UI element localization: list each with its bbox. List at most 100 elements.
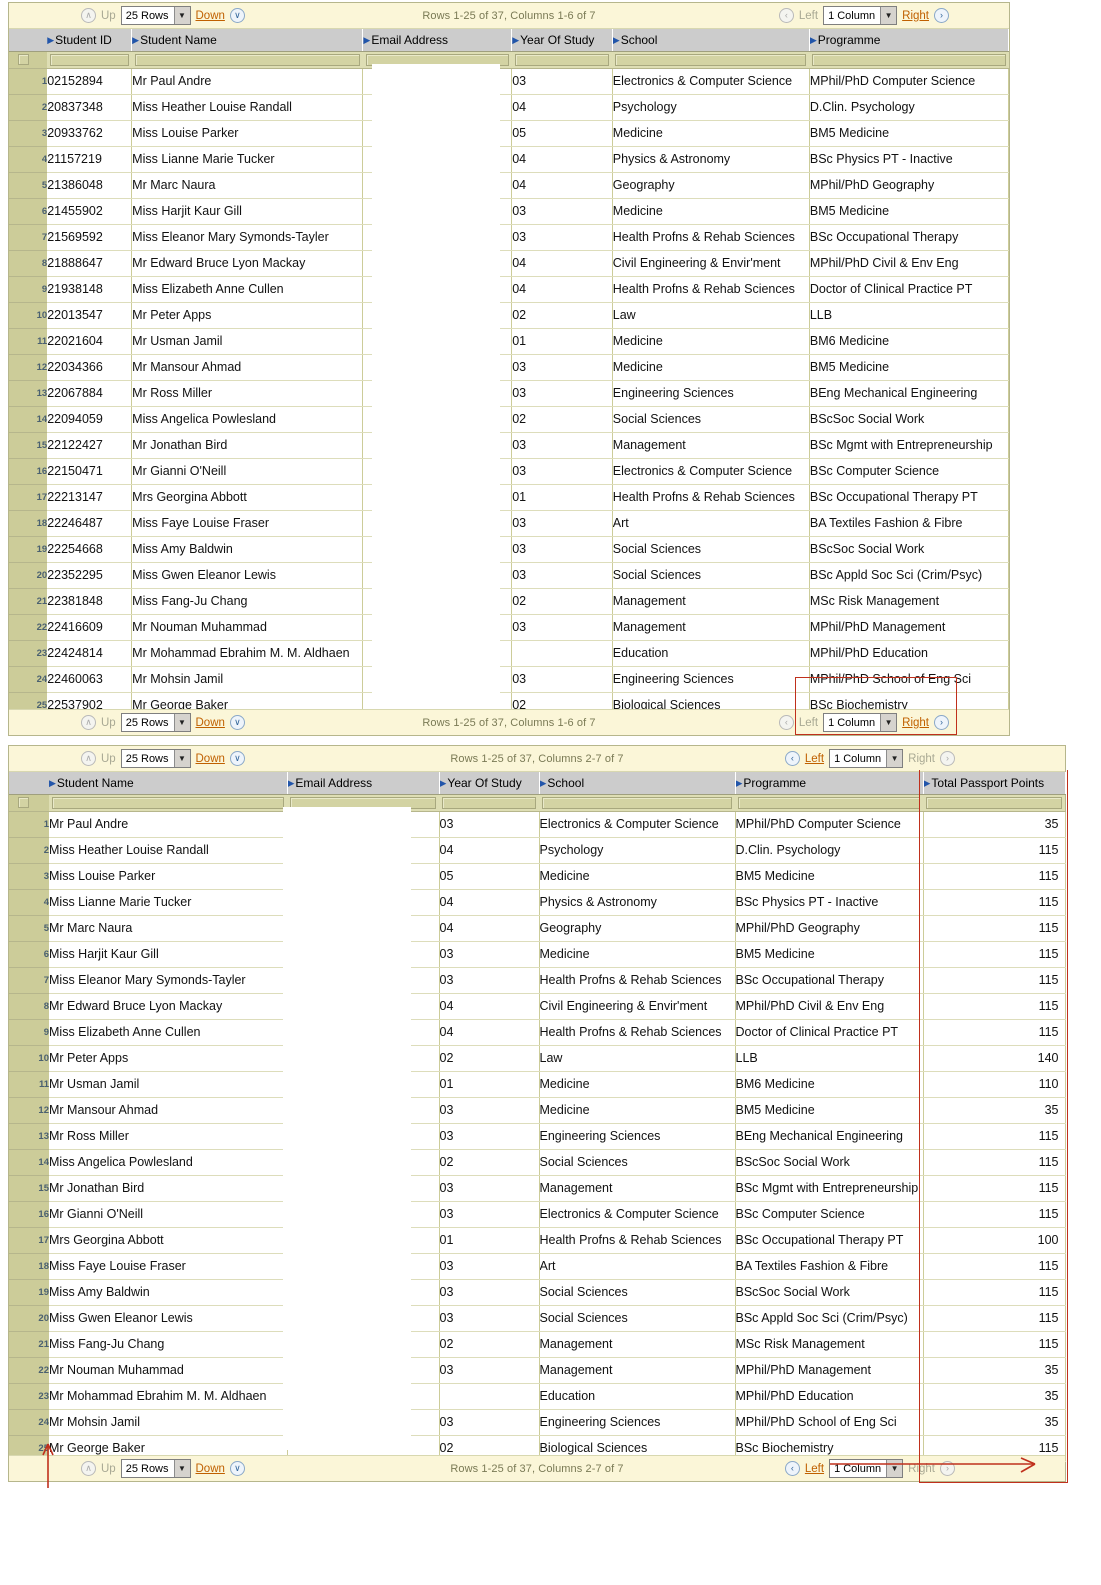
filter-cell-student-id[interactable]: [47, 51, 132, 69]
column-header-student-name[interactable]: ▶Student Name: [49, 772, 288, 795]
table-row[interactable]: 24 Mr Mohsin Jamil 03 Engineering Sciences M…: [9, 1409, 1066, 1436]
table-row[interactable]: 22 22416609 Mr Nouman Muhammad 03 Management…: [9, 614, 1010, 641]
column-header-email-address[interactable]: ▶Email Address: [287, 772, 440, 795]
filter-cell-programme[interactable]: [735, 794, 923, 812]
table-row[interactable]: 13 22067884 Mr Ross Miller 03 Engineering Sc…: [9, 380, 1010, 407]
table-row[interactable]: 5 21386048 Mr Marc Naura 04 Geography MPhil/P…: [9, 172, 1010, 199]
table-row[interactable]: 20 22352295 Miss Gwen Eleanor Lewis 03 Socia…: [9, 562, 1010, 589]
right-link[interactable]: Right: [902, 10, 929, 22]
filter-input-student-name[interactable]: [134, 53, 360, 66]
column-header-school[interactable]: ▶School: [539, 772, 736, 795]
filter-toggle-cell[interactable]: [9, 794, 49, 812]
columns-per-page-select[interactable]: 1 Column ▼: [823, 713, 898, 732]
table-row[interactable]: 10 22013547 Mr Peter Apps 02 Law LLB: [9, 302, 1010, 329]
table-row[interactable]: 23 Mr Mohammad Ebrahim M. M. Aldhaen Educa…: [9, 1383, 1066, 1410]
filter-input-year-of-study[interactable]: [442, 796, 536, 809]
table-row[interactable]: 15 22122427 Mr Jonathan Bird 03 Management BS…: [9, 432, 1010, 459]
table-row[interactable]: 2 Miss Heather Louise Randall 04 Psychology…: [9, 837, 1066, 864]
column-header-programme[interactable]: ▶Programme: [735, 772, 924, 795]
filter-cell-year-of-study[interactable]: [439, 794, 539, 812]
left-arrow-icon[interactable]: ‹: [784, 1461, 800, 1476]
table-row[interactable]: 7 Miss Eleanor Mary Symonds-Tayler 03 Healt…: [9, 967, 1066, 994]
table-row[interactable]: 13 Mr Ross Miller 03 Engineering Sciences BE…: [9, 1123, 1066, 1150]
filter-cell-school[interactable]: [612, 51, 810, 69]
filter-input-student-id[interactable]: [50, 53, 129, 66]
table-row[interactable]: 12 22034366 Mr Mansour Ahmad 03 Medicine BM5 …: [9, 354, 1010, 381]
table-row[interactable]: 11 Mr Usman Jamil 01 Medicine BM6 Medicine 11…: [9, 1071, 1066, 1098]
left-arrow-icon[interactable]: ‹: [778, 715, 794, 730]
table-row[interactable]: 2 20837348 Miss Heather Louise Randall 04 Ps…: [9, 94, 1010, 121]
right-link[interactable]: Right: [902, 717, 929, 729]
sort-triangle-icon: ▶: [735, 777, 743, 788]
table-row[interactable]: 5 Mr Marc Naura 04 Geography MPhil/PhD Geogr…: [9, 915, 1066, 942]
table-row[interactable]: 11 22021604 Mr Usman Jamil 01 Medicine BM6 Me…: [9, 328, 1010, 355]
table-row[interactable]: 21 22381848 Miss Fang-Ju Chang 02 Management…: [9, 588, 1010, 615]
right-arrow-icon[interactable]: ›: [934, 8, 949, 23]
table-row[interactable]: 18 22246487 Miss Faye Louise Fraser 03 Art BA…: [9, 510, 1010, 537]
table-row[interactable]: 22 Mr Nouman Muhammad 03 Management MPhil/Ph…: [9, 1357, 1066, 1384]
table-row[interactable]: 7 21569592 Miss Eleanor Mary Symonds-Tayle…: [9, 224, 1010, 251]
table-row[interactable]: 10 Mr Peter Apps 02 Law LLB 140: [9, 1045, 1066, 1072]
filter-input-year-of-study[interactable]: [514, 53, 610, 66]
column-header-total-passport-points[interactable]: ▶Total Passport Points: [923, 772, 1066, 795]
table-row[interactable]: 19 22254668 Miss Amy Baldwin 03 Social Scien…: [9, 536, 1010, 563]
filter-input-student-name[interactable]: [52, 796, 284, 809]
filter-input-programme[interactable]: [738, 796, 920, 809]
column-header-programme[interactable]: ▶Programme: [809, 29, 1010, 52]
filter-cell-total-passport-points[interactable]: [923, 794, 1065, 812]
left-label: Left: [798, 9, 819, 22]
table-row[interactable]: 19 Miss Amy Baldwin 03 Social Sciences BScSo…: [9, 1279, 1066, 1306]
table-row[interactable]: 18 Miss Faye Louise Fraser 03 Art BA Textile…: [9, 1253, 1066, 1280]
table-row[interactable]: 3 20933762 Miss Louise Parker 05 Medicine BM5…: [9, 120, 1010, 147]
left-link[interactable]: Left: [805, 1463, 824, 1475]
columns-per-page-select[interactable]: 1 Column ▼: [829, 1459, 904, 1478]
select-all-checkbox[interactable]: [18, 797, 29, 808]
select-all-checkbox[interactable]: [18, 54, 29, 65]
table-row[interactable]: 14 22094059 Miss Angelica Powlesland 02 Soci…: [9, 406, 1010, 433]
column-header-school[interactable]: ▶School: [612, 29, 810, 52]
filter-input-programme[interactable]: [812, 53, 1006, 66]
table-row[interactable]: 14 Miss Angelica Powlesland 02 Social Scien…: [9, 1149, 1066, 1176]
table-row[interactable]: 4 21157219 Miss Lianne Marie Tucker 04 Physi…: [9, 146, 1010, 173]
filter-cell-student-name[interactable]: [49, 794, 287, 812]
filter-input-total-passport-points[interactable]: [926, 796, 1062, 809]
table-row[interactable]: 23 22424814 Mr Mohammad Ebrahim M. M. Aldh…: [9, 640, 1010, 667]
table-row[interactable]: 17 Mrs Georgina Abbott 01 Health Profns & R…: [9, 1227, 1066, 1254]
filter-input-school[interactable]: [615, 53, 807, 66]
table-row[interactable]: 4 Miss Lianne Marie Tucker 04 Physics & Ast…: [9, 889, 1066, 916]
filter-cell-year-of-study[interactable]: [511, 51, 613, 69]
filter-toggle-cell[interactable]: [9, 51, 48, 69]
table-row[interactable]: 15 Mr Jonathan Bird 03 Management BSc Mgmt w…: [9, 1175, 1066, 1202]
right-arrow-icon[interactable]: ›: [934, 715, 949, 730]
left-link[interactable]: Left: [805, 753, 824, 765]
column-header-email-address[interactable]: ▶Email Address: [362, 29, 513, 52]
filter-cell-student-name[interactable]: [131, 51, 363, 69]
filter-input-school[interactable]: [542, 796, 732, 809]
table-row[interactable]: 24 22460063 Mr Mohsin Jamil 03 Engineering S…: [9, 666, 1010, 693]
table-row[interactable]: 8 21888647 Mr Edward Bruce Lyon Mackay 04 Ci…: [9, 250, 1010, 277]
column-header-student-name[interactable]: ▶Student Name: [131, 29, 364, 52]
table-row[interactable]: 16 Mr Gianni O'Neill 03 Electronics & Compu…: [9, 1201, 1066, 1228]
table-row[interactable]: 12 Mr Mansour Ahmad 03 Medicine BM5 Medicine…: [9, 1097, 1066, 1124]
table-row[interactable]: 9 21938148 Miss Elizabeth Anne Cullen 04 Hea…: [9, 276, 1010, 303]
left-arrow-icon[interactable]: ‹: [778, 8, 794, 23]
table-row[interactable]: 6 Miss Harjit Kaur Gill 03 Medicine BM5 Medi…: [9, 941, 1066, 968]
table-row[interactable]: 1 Mr Paul Andre 03 Electronics & Computer S…: [9, 811, 1066, 838]
table-row[interactable]: 1 02152894 Mr Paul Andre 03 Electronics & Co…: [9, 68, 1010, 95]
filter-cell-programme[interactable]: [809, 51, 1009, 69]
left-arrow-icon[interactable]: ‹: [784, 751, 800, 766]
table-row[interactable]: 21 Miss Fang-Ju Chang 02 Management MSc Risk…: [9, 1331, 1066, 1358]
table-row[interactable]: 9 Miss Elizabeth Anne Cullen 04 Health Prof…: [9, 1019, 1066, 1046]
filter-cell-school[interactable]: [539, 794, 735, 812]
table-row[interactable]: 6 21455902 Miss Harjit Kaur Gill 03 Medicine…: [9, 198, 1010, 225]
table-row[interactable]: 16 22150471 Mr Gianni O'Neill 03 Electronics…: [9, 458, 1010, 485]
columns-per-page-select[interactable]: 1 Column ▼: [829, 749, 904, 768]
column-header-student-id[interactable]: ▶Student ID: [47, 29, 133, 52]
table-row[interactable]: 8 Mr Edward Bruce Lyon Mackay 04 Civil Engi…: [9, 993, 1066, 1020]
column-header-year-of-study[interactable]: ▶Year Of Study: [511, 29, 613, 52]
column-header-year-of-study[interactable]: ▶Year Of Study: [439, 772, 540, 795]
columns-per-page-select[interactable]: 1 Column ▼: [823, 6, 898, 25]
table-row[interactable]: 20 Miss Gwen Eleanor Lewis 03 Social Scienc…: [9, 1305, 1066, 1332]
table-row[interactable]: 17 22213147 Mrs Georgina Abbott 01 Health Pr…: [9, 484, 1010, 511]
table-row[interactable]: 3 Miss Louise Parker 05 Medicine BM5 Medicin…: [9, 863, 1066, 890]
